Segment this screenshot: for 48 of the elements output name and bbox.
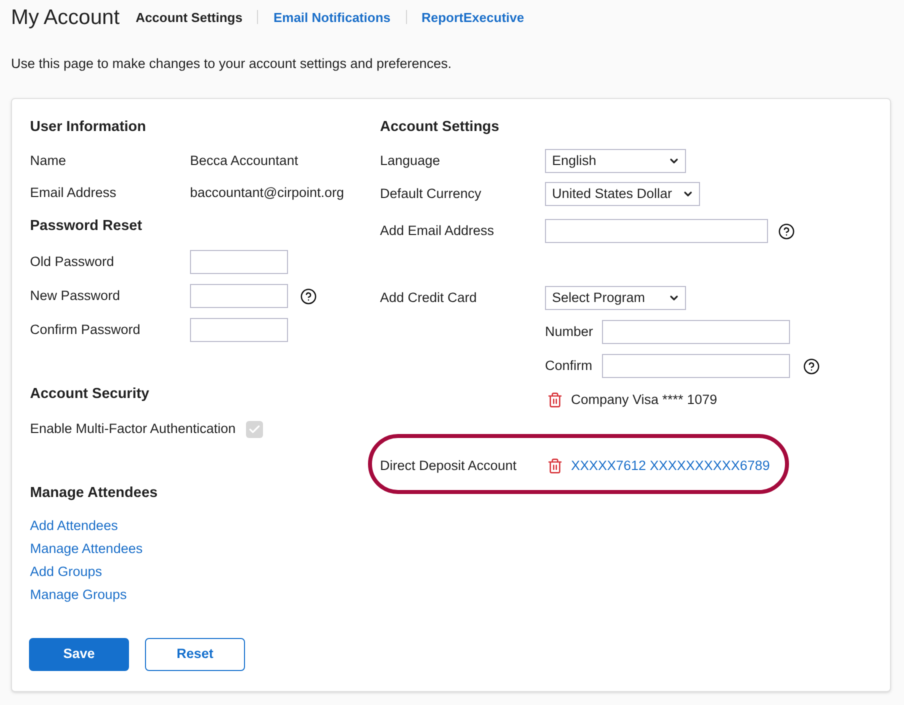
field-value: Becca Accountant (190, 152, 298, 170)
reset-button[interactable]: Reset (145, 638, 245, 671)
language-select[interactable]: English (545, 149, 686, 173)
intro-text: Use this page to make changes to your account settings and preferences. (10, 55, 453, 73)
help-icon[interactable] (778, 222, 795, 240)
password-field[interactable] (190, 250, 288, 274)
field-label: Enable Multi-Factor Authentication (30, 420, 236, 438)
card-number-field[interactable] (602, 354, 790, 378)
help-icon[interactable] (803, 358, 820, 374)
password-field[interactable] (190, 318, 288, 342)
field-label: Number (545, 322, 594, 341)
attendee-link[interactable]: Add Attendees (30, 516, 118, 537)
nav-tab[interactable]: ReportExecutive (422, 10, 524, 24)
section-heading: Manage Attendees (30, 484, 158, 504)
section-heading: Account Settings (380, 118, 500, 138)
section-heading: User Information (30, 118, 146, 138)
attendee-link[interactable]: Manage Groups (30, 585, 127, 606)
save-button[interactable]: Save (29, 638, 129, 671)
check-icon (248, 422, 261, 436)
saved-card-text: Company Visa **** 1079 (571, 390, 718, 409)
field-label: New Password (30, 286, 122, 305)
page-title: My Account (11, 6, 120, 28)
field-label: Confirm Password (30, 320, 142, 339)
section-heading: Account Security (30, 385, 150, 404)
trash-icon[interactable] (547, 392, 563, 408)
field-label: Old Password (30, 252, 116, 271)
field-label: Add Credit Card (380, 288, 478, 307)
nav-tab[interactable]: Account Settings (136, 10, 242, 24)
field-label: Default Currency (380, 184, 482, 203)
field-value: baccountant@cirpoint.org (190, 184, 344, 202)
help-icon[interactable] (300, 288, 317, 304)
attendee-link[interactable]: Add Groups (30, 562, 102, 583)
card-number-field[interactable] (602, 320, 790, 344)
program-select[interactable]: Select Program (545, 286, 686, 310)
field-label: Language (380, 152, 442, 170)
email-field[interactable] (545, 219, 768, 243)
field-label: Confirm (545, 356, 594, 375)
nav-tab[interactable]: Email Notifications (273, 10, 390, 24)
currency-select[interactable]: United States Dollar (545, 182, 700, 206)
field-label: Name (30, 152, 68, 170)
attendee-link[interactable]: Manage Attendees (30, 539, 143, 560)
field-label: Direct Deposit Account (380, 456, 518, 475)
account-link[interactable]: XXXXX7612 XXXXXXXXXX6789 (571, 456, 770, 476)
section-heading: Password Reset (30, 217, 142, 236)
field-label: Add Email Address (380, 222, 496, 240)
trash-icon[interactable] (547, 458, 563, 474)
field-label: Email Address (30, 184, 118, 202)
password-field[interactable] (190, 284, 288, 308)
